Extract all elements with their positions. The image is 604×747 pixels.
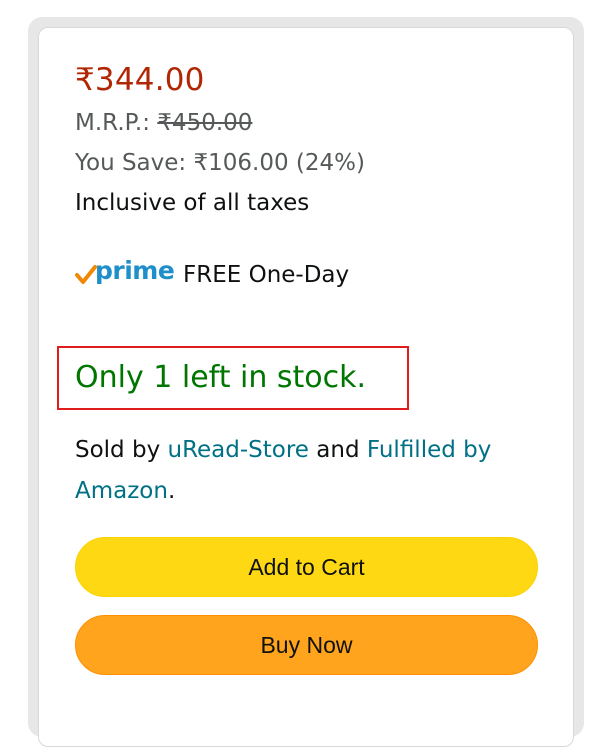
add-to-cart-button[interactable]: Add to Cart (75, 537, 538, 597)
prime-delivery: prime FREE One-Day (75, 256, 350, 292)
and-label: and (316, 437, 360, 463)
buy-box: ₹344.00 M.R.P.: ₹450.00 You Save: ₹106.0… (38, 27, 574, 747)
mrp-value: ₹450.00 (157, 110, 253, 136)
seller-period: . (167, 478, 176, 504)
price-current: ₹344.00 (75, 62, 205, 98)
seller-info: Sold by uRead-Store and Fulfilled by Ama… (75, 430, 555, 512)
prime-check-icon (75, 265, 97, 284)
delivery-text: FREE One-Day (183, 262, 350, 288)
buy-now-button[interactable]: Buy Now (75, 615, 538, 675)
sold-by-label: Sold by (75, 437, 161, 463)
prime-wordmark: prime (95, 256, 175, 285)
mrp-line: M.R.P.: ₹450.00 (75, 110, 252, 136)
prime-logo: prime (75, 256, 179, 292)
seller-link[interactable]: uRead-Store (168, 437, 309, 463)
you-save: You Save: ₹106.00 (24%) (75, 150, 365, 176)
stock-status: Only 1 left in stock. (75, 360, 367, 395)
mrp-label: M.R.P.: (75, 110, 150, 136)
tax-note: Inclusive of all taxes (75, 190, 310, 216)
